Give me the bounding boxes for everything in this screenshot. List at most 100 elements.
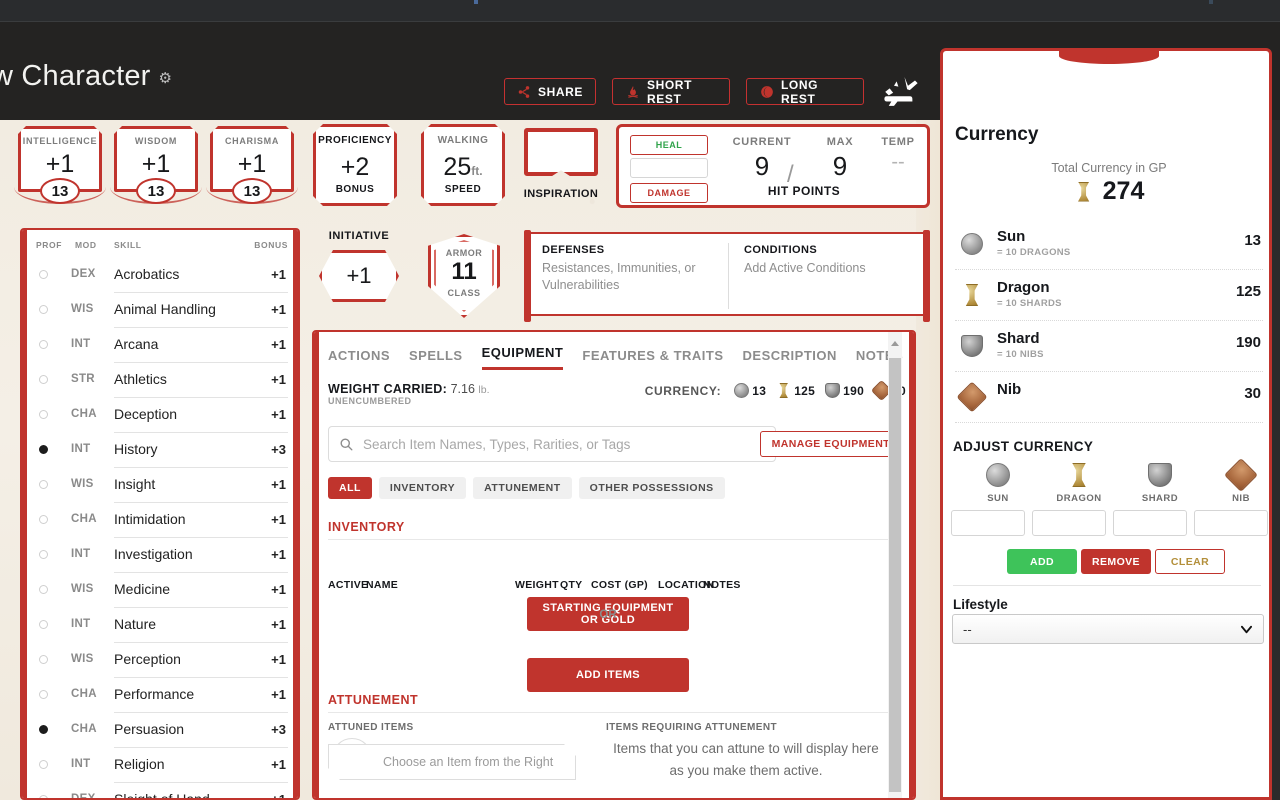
skill-proficiency-dot[interactable] bbox=[39, 725, 48, 734]
heal-button[interactable]: HEAL bbox=[630, 135, 708, 155]
remove-currency-button[interactable]: REMOVE bbox=[1081, 549, 1151, 574]
add-items-button[interactable]: ADD ITEMS bbox=[527, 658, 689, 692]
skill-proficiency-dot[interactable] bbox=[39, 410, 48, 419]
skill-row[interactable]: DEX Acrobatics +1 bbox=[36, 258, 288, 293]
search-input[interactable]: Search Item Names, Types, Rarities, or T… bbox=[328, 426, 776, 462]
currency-amount: 125 bbox=[1235, 283, 1261, 300]
skill-row[interactable]: WIS Animal Handling +1 bbox=[36, 293, 288, 328]
skill-proficiency-dot[interactable] bbox=[39, 480, 48, 489]
ability-charisma[interactable]: CHARISMA +1 13 bbox=[206, 126, 298, 208]
skill-row[interactable]: CHA Persuasion +3 bbox=[36, 713, 288, 748]
tab-actions[interactable]: ACTIONS bbox=[328, 348, 390, 370]
skill-ability-mod: CHA bbox=[71, 408, 97, 420]
filter-chip-inventory[interactable]: INVENTORY bbox=[378, 477, 467, 499]
short-rest-button[interactable]: SHORT REST bbox=[612, 78, 730, 106]
ability-intelligence[interactable]: INTELLIGENCE +1 13 bbox=[14, 126, 106, 208]
moon-icon bbox=[761, 85, 773, 98]
proficiency-bonus-tile[interactable]: PROFICIENCY +2 BONUS bbox=[313, 124, 397, 206]
inventory-section-rule bbox=[328, 539, 888, 540]
damage-button[interactable]: DAMAGE bbox=[630, 183, 708, 203]
armor-class-label-bottom: CLASS bbox=[447, 288, 481, 298]
lifestyle-select[interactable]: -- bbox=[952, 614, 1264, 644]
share-button[interactable]: SHARE bbox=[504, 78, 596, 105]
tab-spells[interactable]: SPELLS bbox=[409, 348, 463, 370]
tab-equipment[interactable]: EQUIPMENT bbox=[481, 345, 564, 370]
manage-equipment-button[interactable]: MANAGE EQUIPMENT bbox=[759, 431, 902, 457]
gear-icon[interactable]: ⚙ bbox=[159, 69, 173, 87]
skill-row[interactable]: STR Athletics +1 bbox=[36, 363, 288, 398]
sun-amount-input[interactable] bbox=[951, 510, 1025, 536]
skill-bonus: +1 bbox=[271, 792, 286, 800]
skill-row[interactable]: CHA Intimidation +1 bbox=[36, 503, 288, 538]
skill-row[interactable]: INT Nature +1 bbox=[36, 608, 288, 643]
initiative-value-box[interactable]: +1 bbox=[319, 250, 399, 302]
skill-row[interactable]: DEX Sleight of Hand +1 bbox=[36, 783, 288, 800]
clear-currency-button[interactable]: CLEAR bbox=[1155, 549, 1225, 574]
column-header-notes: NOTES bbox=[703, 579, 741, 591]
tab-features-traits[interactable]: FEATURES & TRAITS bbox=[582, 348, 723, 370]
skill-row[interactable]: CHA Performance +1 bbox=[36, 678, 288, 713]
anvil-icon[interactable] bbox=[880, 70, 922, 112]
add-currency-button[interactable]: ADD bbox=[1007, 549, 1077, 574]
filter-chip-all[interactable]: ALL bbox=[328, 477, 372, 499]
skill-proficiency-dot[interactable] bbox=[39, 655, 48, 664]
long-rest-button-label: LONG REST bbox=[781, 77, 819, 106]
ability-wisdom[interactable]: WISDOM +1 13 bbox=[110, 126, 202, 208]
equipment-scrollbar[interactable] bbox=[888, 332, 902, 798]
skill-proficiency-dot[interactable] bbox=[39, 375, 48, 384]
campfire-icon bbox=[628, 85, 638, 98]
skill-proficiency-dot[interactable] bbox=[39, 305, 48, 314]
attunement-slot[interactable]: Choose an Item from the Right bbox=[328, 744, 576, 780]
defenses-placeholder[interactable]: Resistances, Immunities, or Vulnerabilit… bbox=[542, 260, 720, 294]
dragon-amount-input[interactable] bbox=[1032, 510, 1106, 536]
temp-hp-column[interactable]: TEMP -- bbox=[869, 136, 927, 174]
skill-row[interactable]: INT Investigation +1 bbox=[36, 538, 288, 573]
skill-proficiency-dot[interactable] bbox=[39, 550, 48, 559]
skill-row[interactable]: WIS Perception +1 bbox=[36, 643, 288, 678]
hp-amount-input[interactable] bbox=[630, 158, 708, 178]
skill-proficiency-dot[interactable] bbox=[39, 585, 48, 594]
skill-row[interactable]: CHA Deception +1 bbox=[36, 398, 288, 433]
skill-proficiency-dot[interactable] bbox=[39, 620, 48, 629]
currency-row: Dragon = 10 SHARDS 125 bbox=[955, 270, 1263, 321]
walking-speed-tile[interactable]: WALKING 25ft. SPEED bbox=[421, 124, 505, 206]
attunement-section-title: ATTUNEMENT bbox=[328, 693, 419, 707]
currency-sidebar: Currency Total Currency in GP 274 Sun = 1… bbox=[940, 48, 1272, 800]
proficiency-label: PROFICIENCY bbox=[318, 135, 392, 146]
skill-ability-mod: INT bbox=[71, 338, 91, 350]
column-header-cost: COST (GP) bbox=[591, 579, 648, 591]
inline-currency-label: CURRENCY: bbox=[644, 383, 722, 398]
skill-row[interactable]: WIS Medicine +1 bbox=[36, 573, 288, 608]
skill-proficiency-dot[interactable] bbox=[39, 515, 48, 524]
filter-chip-other-possessions[interactable]: OTHER POSSESSIONS bbox=[578, 477, 725, 499]
parchment-edge-fade bbox=[916, 120, 940, 800]
skill-ability-mod: DEX bbox=[71, 268, 96, 280]
skill-row[interactable]: WIS Insight +1 bbox=[36, 468, 288, 503]
skill-proficiency-dot[interactable] bbox=[39, 270, 48, 279]
conditions-placeholder[interactable]: Add Active Conditions bbox=[744, 260, 920, 277]
filter-chip-attunement[interactable]: ATTUNEMENT bbox=[473, 477, 572, 499]
skill-row[interactable]: INT History +3 bbox=[36, 433, 288, 468]
skill-name: Animal Handling bbox=[114, 301, 216, 317]
tab-description[interactable]: DESCRIPTION bbox=[743, 348, 837, 370]
scroll-up-arrow-icon[interactable] bbox=[891, 341, 899, 346]
inspiration-toggle[interactable] bbox=[524, 128, 598, 176]
skill-bonus: +1 bbox=[271, 372, 286, 387]
shard-amount-input[interactable] bbox=[1113, 510, 1187, 536]
scrollbar-thumb[interactable] bbox=[889, 358, 901, 792]
nib-coin-icon bbox=[1224, 458, 1258, 492]
skill-row[interactable]: INT Religion +1 bbox=[36, 748, 288, 783]
strip-dot-right bbox=[1209, 0, 1213, 4]
skill-name: Persuasion bbox=[114, 721, 185, 737]
long-rest-button[interactable]: LONG REST bbox=[746, 77, 864, 106]
skill-proficiency-dot[interactable] bbox=[39, 760, 48, 769]
skill-bonus: +1 bbox=[271, 652, 286, 667]
skill-proficiency-dot[interactable] bbox=[39, 690, 48, 699]
skill-proficiency-dot[interactable] bbox=[39, 445, 48, 454]
defenses-conditions-box: DEFENSES Resistances, Immunities, or Vul… bbox=[524, 230, 930, 322]
skill-row[interactable]: INT Arcana +1 bbox=[36, 328, 288, 363]
skill-ability-mod: WIS bbox=[71, 583, 94, 595]
skill-proficiency-dot[interactable] bbox=[39, 340, 48, 349]
skill-proficiency-dot[interactable] bbox=[39, 795, 48, 798]
nib-amount-input[interactable] bbox=[1194, 510, 1268, 536]
